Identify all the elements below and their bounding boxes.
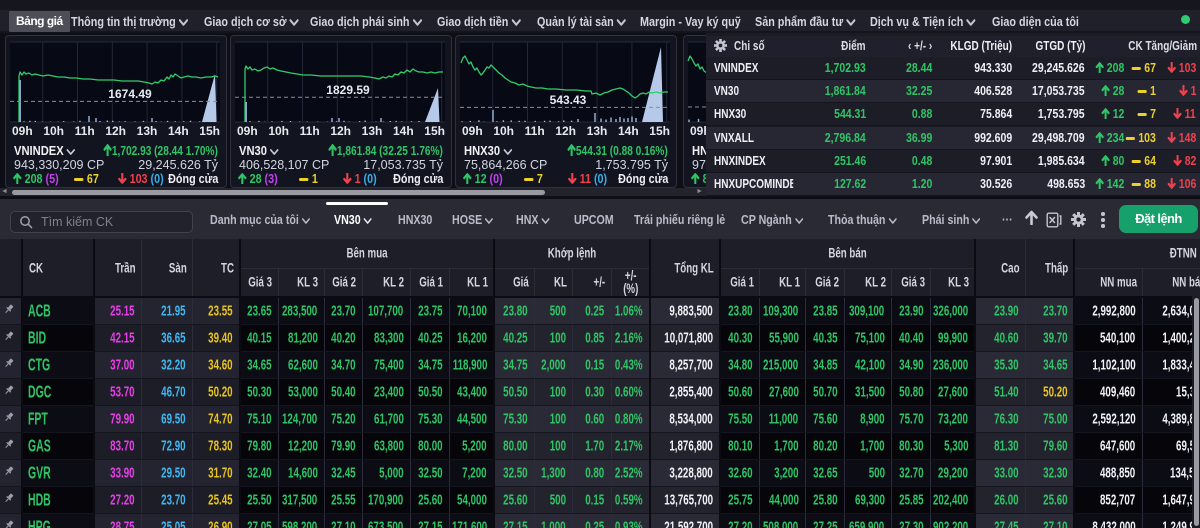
svg-text:1829.59: 1829.59 [326, 83, 370, 97]
svg-text:543.43: 543.43 [550, 93, 587, 107]
svg-text:1674.49: 1674.49 [108, 87, 152, 101]
